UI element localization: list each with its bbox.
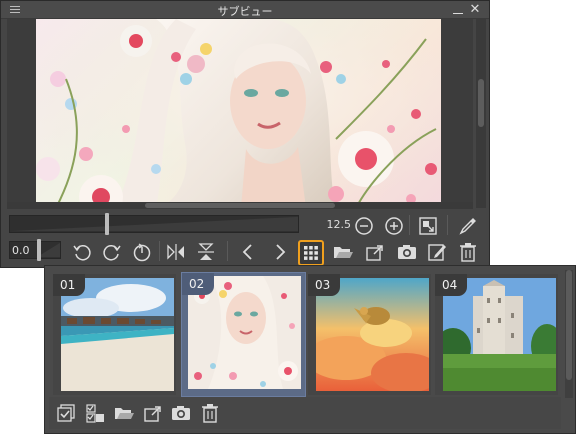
canvas-area[interactable] bbox=[7, 19, 473, 208]
toolbar-divider bbox=[447, 215, 448, 235]
minimize-icon[interactable] bbox=[452, 5, 464, 15]
window-title: サブビュー bbox=[217, 5, 273, 18]
toolbar-divider bbox=[227, 241, 228, 261]
camera-button[interactable] bbox=[396, 241, 418, 263]
open-file-button[interactable] bbox=[332, 241, 354, 263]
capture-button[interactable] bbox=[170, 402, 192, 424]
eyedropper-button[interactable] bbox=[457, 215, 479, 237]
flip-vertical-button[interactable] bbox=[195, 241, 217, 263]
rotation-slider[interactable]: 0.0 bbox=[9, 239, 61, 261]
select-all-icon bbox=[57, 404, 75, 422]
flip-horizontal-button[interactable] bbox=[165, 241, 187, 263]
open-folder-icon bbox=[115, 408, 134, 419]
flip-vertical-icon bbox=[198, 243, 214, 260]
open-file-icon bbox=[334, 247, 353, 258]
trash-icon bbox=[202, 404, 218, 423]
edit-icon bbox=[428, 244, 446, 261]
import-button[interactable] bbox=[142, 402, 164, 424]
title-bar[interactable]: サブビュー ✕ bbox=[1, 1, 489, 19]
rotate-left-button[interactable] bbox=[71, 241, 93, 263]
previous-image-button[interactable] bbox=[237, 241, 259, 263]
thumbnail-04[interactable]: 04 bbox=[435, 274, 558, 395]
checklist-button[interactable] bbox=[84, 402, 106, 424]
previous-image-icon bbox=[242, 244, 252, 260]
thumbnail-number: 03 bbox=[308, 274, 340, 296]
toolbar-divider bbox=[409, 215, 410, 235]
image-list-button[interactable] bbox=[298, 240, 324, 266]
import-image-icon bbox=[366, 245, 383, 261]
reset-rotation-icon bbox=[133, 243, 151, 262]
edit-button[interactable] bbox=[426, 241, 448, 263]
artwork-image bbox=[36, 19, 441, 208]
browser-toolbar bbox=[49, 397, 561, 429]
zoom-in-button[interactable] bbox=[383, 215, 405, 237]
remove-button[interactable] bbox=[199, 402, 221, 424]
camera-icon bbox=[172, 406, 190, 420]
thumbnail-number: 02 bbox=[182, 273, 214, 295]
zoom-out-button[interactable] bbox=[353, 215, 375, 237]
zoom-slider[interactable] bbox=[9, 213, 299, 235]
fit-to-window-button[interactable] bbox=[417, 215, 439, 237]
horizontal-scrollbar[interactable] bbox=[7, 202, 473, 209]
artwork-illustration bbox=[36, 19, 441, 208]
zoom-in-icon bbox=[385, 217, 403, 235]
thumbnail-03[interactable]: 03 bbox=[308, 274, 431, 395]
thumbnail-02[interactable]: 02 bbox=[181, 272, 306, 397]
zoom-slider-handle[interactable] bbox=[105, 213, 109, 235]
rotation-value: 0.0 bbox=[12, 244, 30, 257]
image-browser-panel: 01 02 03 04 bbox=[44, 265, 576, 434]
flip-horizontal-icon bbox=[167, 244, 184, 260]
rotation-slider-handle[interactable] bbox=[37, 239, 41, 261]
thumbnail-number: 04 bbox=[435, 274, 467, 296]
next-image-button[interactable] bbox=[269, 241, 291, 263]
reset-rotation-button[interactable] bbox=[131, 241, 153, 263]
rotate-right-button[interactable] bbox=[101, 241, 123, 263]
zoom-value: 12.5 bbox=[326, 218, 352, 231]
rotate-left-icon bbox=[73, 245, 91, 261]
import-icon bbox=[144, 406, 161, 422]
eyedropper-icon bbox=[459, 218, 476, 235]
camera-icon bbox=[398, 245, 416, 259]
next-image-icon bbox=[276, 244, 286, 260]
select-all-button[interactable] bbox=[55, 402, 77, 424]
fit-to-window-icon bbox=[419, 217, 437, 235]
image-list-icon bbox=[304, 246, 318, 260]
delete-button[interactable] bbox=[457, 241, 479, 263]
vertical-scrollbar[interactable] bbox=[476, 19, 486, 208]
import-image-button[interactable] bbox=[364, 241, 386, 263]
delete-icon bbox=[460, 243, 476, 262]
toolbar-divider bbox=[159, 241, 160, 261]
thumbnail-scrollbar[interactable] bbox=[565, 270, 573, 398]
zoom-out-icon bbox=[355, 217, 373, 235]
open-folder-button[interactable] bbox=[113, 402, 135, 424]
subview-window: サブビュー ✕ 12.5 0.0 bbox=[0, 0, 490, 268]
checklist-icon bbox=[86, 404, 104, 423]
thumbnail-01[interactable]: 01 bbox=[53, 274, 176, 395]
thumbnail-number: 01 bbox=[53, 274, 85, 296]
rotate-right-icon bbox=[103, 245, 121, 261]
close-icon[interactable]: ✕ bbox=[468, 3, 482, 17]
